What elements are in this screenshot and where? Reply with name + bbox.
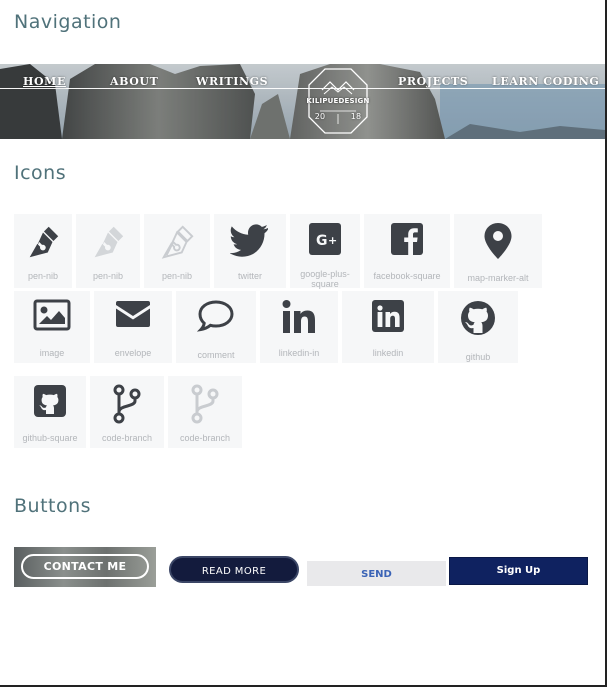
icon-tile-code-branch-faded[interactable]: code-branch: [168, 376, 242, 448]
icon-label: twitter: [237, 271, 262, 281]
comment-icon: [197, 300, 234, 332]
code-branch-icon: [191, 384, 219, 424]
svg-text:+: +: [328, 234, 337, 247]
icon-tile-comment[interactable]: comment: [176, 291, 256, 363]
contact-me-button[interactable]: CONTACT ME: [14, 547, 156, 587]
icon-label: facebook-square: [373, 271, 441, 281]
icon-label: pen-nib: [92, 271, 124, 281]
pen-nib-icon: [94, 226, 124, 258]
icon-label: github: [465, 352, 491, 362]
code-branch-icon: [113, 384, 141, 424]
nav-link-projects[interactable]: PROJECTS: [398, 75, 468, 88]
navigation-heading: Navigation: [14, 11, 122, 33]
icon-tile-linkedin[interactable]: linkedin: [342, 291, 434, 363]
linkedin-icon: [372, 300, 404, 332]
nav-underline: [0, 88, 605, 89]
nav-banner: HOME ABOUT WRITINGS PROJECTS LEARN CODIN…: [0, 64, 605, 139]
icon-label: github-square: [22, 433, 78, 443]
icon-tile-google-plus-square[interactable]: G + google-plus-square: [290, 214, 360, 289]
icon-tile-code-branch[interactable]: code-branch: [90, 376, 164, 448]
icon-label: linkedin-in: [278, 348, 320, 358]
read-more-button[interactable]: READ MORE: [169, 556, 299, 583]
icon-tile-github[interactable]: github: [438, 291, 518, 363]
icon-label: pen-nib: [27, 271, 59, 281]
icon-tile-pen-nib[interactable]: pen-nib: [14, 214, 72, 288]
icon-label: map-marker-alt: [467, 273, 529, 283]
twitter-icon: [230, 224, 268, 257]
logo-name: KILIPUEDESIGN: [306, 97, 370, 105]
icon-label: linkedin: [372, 348, 404, 358]
github-icon: [461, 301, 495, 335]
nav-link-writings[interactable]: WRITINGS: [196, 75, 268, 88]
icon-tile-map-marker-alt[interactable]: map-marker-alt: [454, 214, 542, 288]
map-marker-alt-icon: [484, 223, 512, 259]
logo-year-right: 18: [350, 112, 362, 121]
icon-label: envelope: [114, 348, 152, 358]
icon-label: comment: [197, 350, 235, 360]
icon-tile-image[interactable]: image: [14, 291, 90, 363]
icon-tile-linkedin-in[interactable]: linkedin-in: [260, 291, 338, 363]
logo-year-left: 20: [314, 112, 326, 121]
nav-link-about[interactable]: ABOUT: [110, 75, 158, 88]
pen-nib-icon: [161, 225, 194, 259]
icon-label: pen-nib: [161, 271, 193, 281]
icon-label: code-branch: [179, 433, 231, 443]
icon-tile-facebook-square[interactable]: facebook-square: [364, 214, 450, 288]
icon-tile-pen-nib-outline[interactable]: pen-nib: [144, 214, 210, 288]
svg-text:G: G: [316, 233, 328, 249]
icons-heading: Icons: [14, 162, 67, 184]
github-square-icon: [34, 385, 66, 417]
icon-label: image: [39, 348, 65, 358]
sign-up-button[interactable]: Sign Up: [449, 557, 588, 585]
nav-link-home[interactable]: HOME: [23, 75, 66, 88]
google-plus-square-icon: G +: [309, 223, 341, 255]
linkedin-in-icon: [282, 300, 315, 333]
contact-me-label: CONTACT ME: [21, 554, 149, 579]
icon-tile-twitter[interactable]: twitter: [214, 214, 286, 288]
facebook-square-icon: [391, 223, 423, 255]
pen-nib-icon: [29, 226, 59, 258]
nav-link-learn-coding[interactable]: LEARN CODING: [492, 75, 599, 88]
icon-label: code-branch: [101, 433, 153, 443]
icon-tile-pen-nib-faded[interactable]: pen-nib: [76, 214, 140, 288]
envelope-icon: [116, 301, 150, 327]
buttons-heading: Buttons: [14, 495, 92, 517]
icon-tile-github-square[interactable]: github-square: [14, 376, 86, 448]
icon-tile-envelope[interactable]: envelope: [94, 291, 172, 363]
send-button[interactable]: SEND: [307, 561, 446, 586]
image-icon: [33, 299, 71, 331]
icon-label: google-plus-square: [300, 269, 350, 289]
